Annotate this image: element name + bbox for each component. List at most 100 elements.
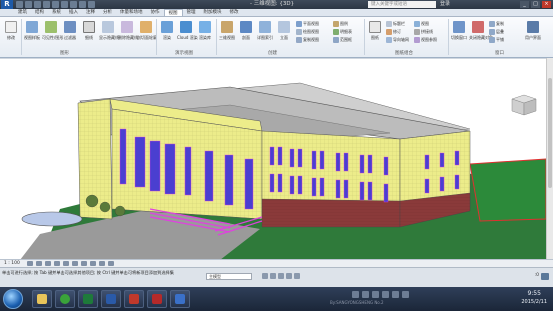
render-button[interactable]: 渲染	[158, 19, 176, 47]
rendering-icon[interactable]	[62, 261, 69, 266]
filters-button[interactable]: 过滤器	[61, 19, 79, 47]
login-link[interactable]: 登录	[440, 0, 450, 9]
power-icon[interactable]	[402, 291, 409, 298]
plan-views-button[interactable]: 平面视图	[296, 20, 319, 27]
3d-viewport[interactable]	[0, 58, 546, 259]
tab-collaborate[interactable]: 协作	[147, 9, 164, 16]
detail-level-icon[interactable]	[26, 261, 33, 266]
view-button[interactable]: 视图	[414, 20, 429, 27]
title-block-button[interactable]: 标题栏	[386, 20, 405, 27]
shadows-icon[interactable]	[53, 261, 60, 266]
scope-box-button[interactable]: 范围框	[333, 36, 352, 43]
crop-view-icon[interactable]	[71, 261, 78, 266]
select-pinned-icon[interactable]	[286, 273, 292, 279]
view-reference-button[interactable]: 视图参照	[414, 36, 437, 43]
folder-icon	[37, 294, 47, 304]
select-links-icon[interactable]	[270, 273, 276, 279]
replicate-button[interactable]: 复制	[489, 20, 504, 27]
keyboard-icon[interactable]	[362, 291, 369, 298]
tab-manage[interactable]: 管理	[183, 9, 200, 16]
3d-view-button[interactable]: 三维视图	[218, 19, 236, 47]
measure-icon[interactable]	[61, 1, 68, 8]
editable-only-icon[interactable]	[262, 273, 268, 279]
drafting-view-button[interactable]: 绘图视图	[296, 28, 319, 35]
network-icon[interactable]	[372, 291, 379, 298]
tab-view[interactable]: 视图	[163, 9, 183, 16]
select-underlay-icon[interactable]	[278, 273, 284, 279]
render-gallery-button[interactable]: 渲染库	[196, 19, 214, 47]
flag-icon[interactable]	[392, 291, 399, 298]
sun-path-icon[interactable]	[44, 261, 51, 266]
lock-view-icon[interactable]	[89, 261, 96, 266]
remove-hidden-lines-button[interactable]: 删除隐藏线	[118, 19, 138, 47]
close-button[interactable]: ×	[542, 1, 551, 8]
minimize-button[interactable]: _	[520, 1, 529, 8]
cascade-button[interactable]: 层叠	[489, 28, 504, 35]
guide-grid-button[interactable]: 导向轴网	[386, 36, 409, 43]
taskbar-word[interactable]	[101, 290, 121, 308]
redo-icon[interactable]	[43, 1, 50, 8]
tab-annotate[interactable]: 注释	[82, 9, 99, 16]
revisions-button[interactable]: 修订	[386, 28, 401, 35]
cloud-render-button[interactable]: Cloud 渲染	[177, 19, 198, 47]
legends-button[interactable]: 图例	[333, 20, 348, 27]
input-method-icon[interactable]	[352, 291, 359, 298]
elevation-icon	[278, 21, 290, 33]
save-icon[interactable]	[25, 1, 32, 8]
show-crop-icon[interactable]	[80, 261, 87, 266]
taskbar-excel[interactable]	[78, 290, 98, 308]
tab-addins[interactable]: 附加模块	[200, 9, 226, 16]
undo-icon[interactable]	[34, 1, 41, 8]
sheet-button[interactable]: 图纸	[366, 19, 384, 47]
scrollbar-thumb[interactable]	[548, 78, 552, 188]
cut-profile-button[interactable]: 剖切面轮廓	[137, 19, 157, 47]
view-templates-button[interactable]: 视图样板	[23, 19, 41, 47]
workset-selector[interactable]: 主模型	[206, 273, 252, 280]
tab-analyze[interactable]: 分析	[99, 9, 116, 16]
section-button[interactable]: 剖面	[237, 19, 255, 47]
matchline-button[interactable]: 拼接线	[414, 28, 433, 35]
duplicate-view-button[interactable]: 复制视图	[296, 36, 319, 43]
section-icon[interactable]	[88, 1, 95, 8]
tile-button[interactable]: 平铺	[489, 36, 504, 43]
tab-massing-site[interactable]: 体量和场地	[116, 9, 147, 16]
volume-icon[interactable]	[382, 291, 389, 298]
text-icon[interactable]	[70, 1, 77, 8]
thin-lines-button[interactable]: 细线	[80, 19, 98, 47]
filter-icon[interactable]	[541, 273, 549, 280]
elevation-button[interactable]: 立面	[275, 19, 293, 47]
temporary-hide-icon[interactable]	[98, 261, 105, 266]
taskbar-explorer[interactable]	[32, 290, 52, 308]
view-scale[interactable]: 1 : 100	[4, 261, 20, 266]
taskbar-pdf[interactable]	[147, 290, 167, 308]
vertical-scrollbar[interactable]	[546, 58, 553, 259]
3d-view-icon[interactable]	[79, 1, 86, 8]
open-icon[interactable]	[16, 1, 23, 8]
application-menu-button[interactable]: R	[1, 0, 13, 9]
start-button[interactable]	[3, 289, 23, 309]
callout-button[interactable]: 详图索引	[256, 19, 274, 47]
reveal-hidden-icon[interactable]	[107, 261, 114, 266]
tab-modify[interactable]: 修改	[226, 9, 243, 16]
clock[interactable]: 9:55 2015/2/11	[521, 290, 547, 306]
switch-windows-button[interactable]: 切换窗口	[450, 19, 468, 47]
taskbar-autocad[interactable]	[124, 290, 144, 308]
visual-style-icon[interactable]	[35, 261, 42, 266]
search-input[interactable]: 键入关键字或短语	[368, 1, 436, 8]
visibility-graphics-button[interactable]: 可见性/图形	[42, 19, 63, 47]
print-icon[interactable]	[52, 1, 59, 8]
tab-architecture[interactable]: 建筑	[14, 9, 31, 16]
view-reference-icon	[414, 36, 420, 43]
taskbar-revit[interactable]	[170, 290, 190, 308]
show-hidden-lines-button[interactable]: 显示隐藏线	[99, 19, 119, 47]
user-interface-button[interactable]: 用户界面	[524, 19, 542, 47]
schedules-button[interactable]: 明细表	[333, 28, 352, 35]
maximize-button[interactable]: □	[531, 1, 540, 8]
tab-structure[interactable]: 结构	[31, 9, 48, 16]
select-by-face-icon[interactable]	[294, 273, 300, 279]
taskbar-browser[interactable]	[55, 290, 75, 308]
modify-button[interactable]: 修改	[2, 19, 20, 47]
tab-insert[interactable]: 插入	[65, 9, 82, 16]
tab-systems[interactable]: 系统	[48, 9, 65, 16]
close-hidden-button[interactable]: 关闭隐藏对象	[469, 19, 493, 47]
